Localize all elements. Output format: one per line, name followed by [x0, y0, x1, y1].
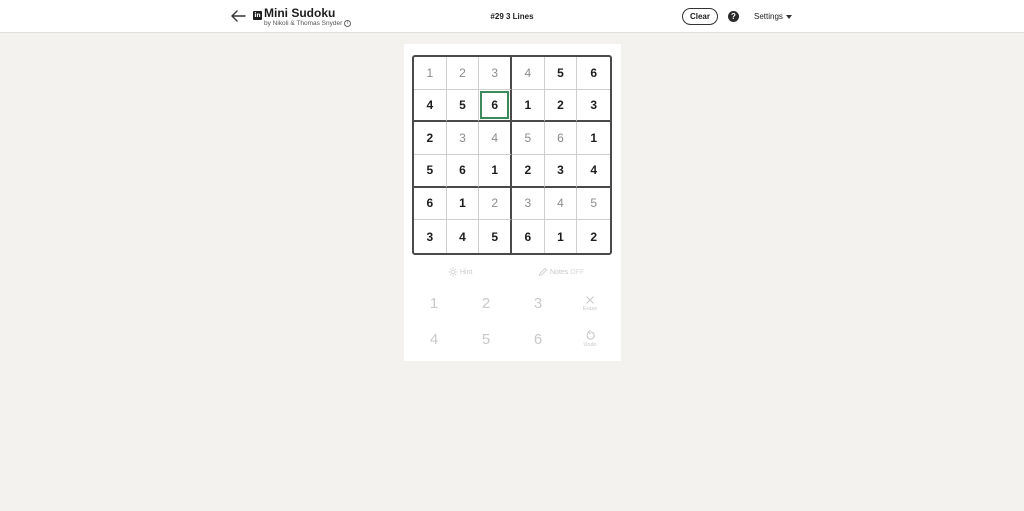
sudoku-cell[interactable]: 4: [577, 155, 610, 188]
sudoku-cell[interactable]: 2: [446, 57, 480, 90]
caret-down-icon: [785, 14, 792, 19]
game-panel: 123456456123234561561234612345345612 Hin…: [404, 44, 621, 361]
clear-button[interactable]: Clear: [682, 8, 718, 25]
sudoku-cell[interactable]: 3: [479, 57, 512, 90]
key-3[interactable]: 3: [518, 288, 558, 318]
hint-button[interactable]: Hint: [448, 267, 472, 277]
sudoku-cell[interactable]: 6: [544, 122, 578, 155]
linkedin-logo-icon: in: [253, 11, 262, 20]
puzzle-name: #29 3 Lines: [490, 12, 534, 21]
byline: by Nikoli & Thomas Snyder i: [264, 20, 352, 28]
hint-label: Hint: [460, 268, 473, 276]
erase-button[interactable]: Erase: [570, 288, 610, 318]
back-arrow-icon[interactable]: [229, 8, 247, 24]
help-icon[interactable]: ?: [728, 11, 739, 22]
sudoku-cell[interactable]: 6: [414, 187, 447, 221]
sudoku-cell[interactable]: 4: [479, 122, 512, 155]
key-2[interactable]: 2: [466, 288, 506, 318]
notes-label: Notes: [550, 268, 569, 276]
sudoku-cell[interactable]: 5: [479, 220, 512, 253]
sudoku-cell[interactable]: 6: [512, 220, 545, 253]
undo-label: Undo: [583, 342, 597, 348]
game-title: Mini Sudoku: [264, 6, 336, 20]
sudoku-cell[interactable]: 6: [446, 155, 480, 188]
tool-row: Hint Notes OFF: [404, 265, 621, 281]
pencil-icon: [538, 267, 548, 277]
sudoku-cell[interactable]: 3: [414, 220, 447, 253]
notes-toggle[interactable]: Notes OFF: [538, 267, 584, 277]
sudoku-cell[interactable]: 2: [479, 187, 512, 221]
key-4[interactable]: 4: [414, 324, 454, 354]
info-icon[interactable]: i: [344, 20, 352, 27]
sudoku-cell[interactable]: 1: [545, 220, 578, 253]
sudoku-cell[interactable]: 5: [446, 89, 480, 123]
sudoku-cell[interactable]: 4: [512, 57, 545, 90]
notes-state: OFF: [570, 268, 585, 276]
sudoku-cell[interactable]: 3: [512, 187, 545, 221]
sudoku-cell[interactable]: 1: [512, 89, 545, 123]
sudoku-cell[interactable]: 4: [447, 220, 480, 253]
undo-icon: [586, 330, 595, 340]
sudoku-cell[interactable]: 2: [512, 155, 545, 188]
sudoku-cell[interactable]: 2: [544, 89, 578, 123]
close-icon: [586, 295, 594, 304]
sudoku-cell[interactable]: 1: [479, 155, 512, 188]
sudoku-cell[interactable]: 1: [577, 122, 610, 155]
key-5[interactable]: 5: [466, 324, 506, 354]
sudoku-cell[interactable]: 1: [414, 57, 447, 90]
erase-label: Erase: [582, 305, 598, 312]
sudoku-cell[interactable]: 4: [544, 187, 578, 221]
sudoku-cell[interactable]: 5: [512, 122, 545, 155]
puzzle-name-wrap: #29 3 Lines: [0, 12, 1024, 21]
lightbulb-icon: [448, 267, 458, 277]
sudoku-cell[interactable]: 3: [544, 155, 578, 188]
sudoku-board: 123456456123234561561234612345345612: [412, 55, 612, 255]
sudoku-cell[interactable]: 1: [446, 187, 480, 221]
sudoku-cell[interactable]: 6: [577, 57, 610, 90]
sudoku-cell[interactable]: 2: [414, 122, 447, 155]
sudoku-cell[interactable]: 5: [414, 155, 447, 188]
settings-button[interactable]: Settings: [754, 12, 792, 21]
sudoku-cell[interactable]: 5: [577, 188, 610, 221]
undo-button[interactable]: Undo: [570, 324, 610, 354]
sudoku-cell[interactable]: 4: [414, 89, 447, 123]
sudoku-cell[interactable]: 6: [479, 89, 512, 123]
sudoku-cell[interactable]: 3: [446, 122, 480, 155]
sudoku-cell[interactable]: 3: [577, 90, 610, 123]
byline-text: by Nikoli & Thomas Snyder: [264, 20, 343, 28]
key-1[interactable]: 1: [414, 288, 454, 318]
top-bar: in Mini Sudoku by Nikoli & Thomas Snyder…: [0, 0, 1024, 33]
sudoku-cell[interactable]: 2: [577, 220, 610, 253]
keypad: 1 2 3 Erase 4 5 6 Undo: [404, 288, 621, 360]
settings-label: Settings: [754, 12, 783, 21]
sudoku-cell[interactable]: 5: [544, 57, 578, 90]
key-6[interactable]: 6: [518, 324, 558, 354]
